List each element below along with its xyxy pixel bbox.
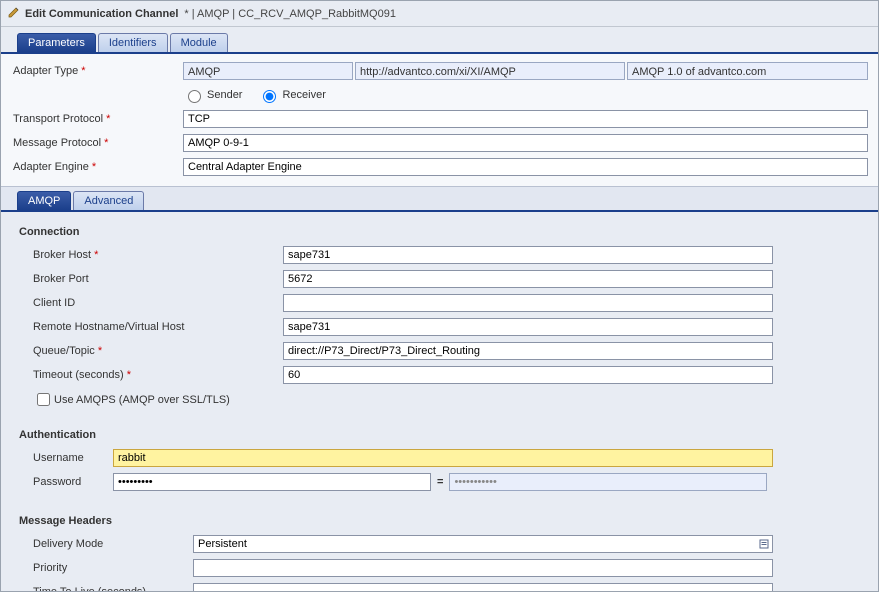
adapter-engine-label: Adapter Engine * bbox=[11, 161, 183, 173]
timeout-field[interactable] bbox=[283, 366, 773, 384]
page-subtitle: * | AMQP | CC_RCV_AMQP_RabbitMQ091 bbox=[184, 8, 396, 20]
password-field[interactable] bbox=[113, 473, 431, 491]
queue-topic-label: Queue/Topic * bbox=[19, 345, 283, 357]
message-protocol-label: Message Protocol * bbox=[11, 137, 183, 149]
main-tab-bar: Parameters Identifiers Module bbox=[1, 27, 878, 54]
section-message-headers: Message Headers bbox=[19, 515, 866, 527]
adapter-engine-field[interactable] bbox=[183, 158, 868, 176]
title-bar: Edit Communication Channel * | AMQP | CC… bbox=[1, 1, 878, 27]
equals-icon: = bbox=[431, 476, 449, 488]
password-confirm-field[interactable] bbox=[449, 473, 767, 491]
transport-protocol-field[interactable] bbox=[183, 110, 868, 128]
tab-identifiers[interactable]: Identifiers bbox=[98, 33, 168, 52]
radio-sender[interactable]: Sender bbox=[183, 87, 242, 103]
message-protocol-field[interactable] bbox=[183, 134, 868, 152]
broker-host-field[interactable] bbox=[283, 246, 773, 264]
priority-field[interactable] bbox=[193, 559, 773, 577]
adapter-type-value[interactable]: AMQP bbox=[183, 62, 353, 80]
use-amqps-checkbox[interactable] bbox=[37, 393, 50, 406]
tab-module[interactable]: Module bbox=[170, 33, 228, 52]
delivery-mode-label: Delivery Mode bbox=[19, 538, 193, 550]
tab-advanced[interactable]: Advanced bbox=[73, 191, 144, 210]
password-label: Password bbox=[19, 476, 113, 488]
edit-icon bbox=[7, 5, 25, 22]
adapter-type-label: Adapter Type * bbox=[11, 65, 183, 77]
timeout-label: Timeout (seconds) * bbox=[19, 369, 283, 381]
use-amqps-label: Use AMQPS (AMQP over SSL/TLS) bbox=[54, 394, 230, 406]
client-id-field[interactable] bbox=[283, 294, 773, 312]
tab-parameters[interactable]: Parameters bbox=[17, 33, 96, 52]
radio-receiver[interactable]: Receiver bbox=[258, 87, 325, 103]
delivery-mode-field[interactable] bbox=[193, 535, 773, 553]
sub-tab-bar: AMQP Advanced bbox=[1, 187, 878, 212]
virtual-host-field[interactable] bbox=[283, 318, 773, 336]
priority-label: Priority bbox=[19, 562, 193, 574]
username-field[interactable] bbox=[113, 449, 773, 467]
client-id-label: Client ID bbox=[19, 297, 283, 309]
ttl-field[interactable] bbox=[193, 583, 773, 592]
ttl-label: Time To Live (seconds) bbox=[19, 586, 193, 592]
tab-amqp[interactable]: AMQP bbox=[17, 191, 71, 210]
adapter-description: AMQP 1.0 of advantco.com bbox=[627, 62, 868, 80]
radio-receiver-input[interactable] bbox=[263, 90, 276, 103]
dropdown-icon[interactable] bbox=[757, 537, 771, 551]
broker-host-label: Broker Host * bbox=[19, 249, 283, 261]
username-label: Username bbox=[19, 452, 113, 464]
broker-port-label: Broker Port bbox=[19, 273, 283, 285]
broker-port-field[interactable] bbox=[283, 270, 773, 288]
transport-protocol-label: Transport Protocol * bbox=[11, 113, 183, 125]
virtual-host-label: Remote Hostname/Virtual Host bbox=[19, 321, 283, 333]
queue-topic-field[interactable] bbox=[283, 342, 773, 360]
section-auth: Authentication bbox=[19, 429, 866, 441]
adapter-namespace: http://advantco.com/xi/XI/AMQP bbox=[355, 62, 625, 80]
page-title: Edit Communication Channel bbox=[25, 8, 178, 20]
radio-sender-input[interactable] bbox=[188, 90, 201, 103]
section-connection: Connection bbox=[19, 226, 866, 238]
